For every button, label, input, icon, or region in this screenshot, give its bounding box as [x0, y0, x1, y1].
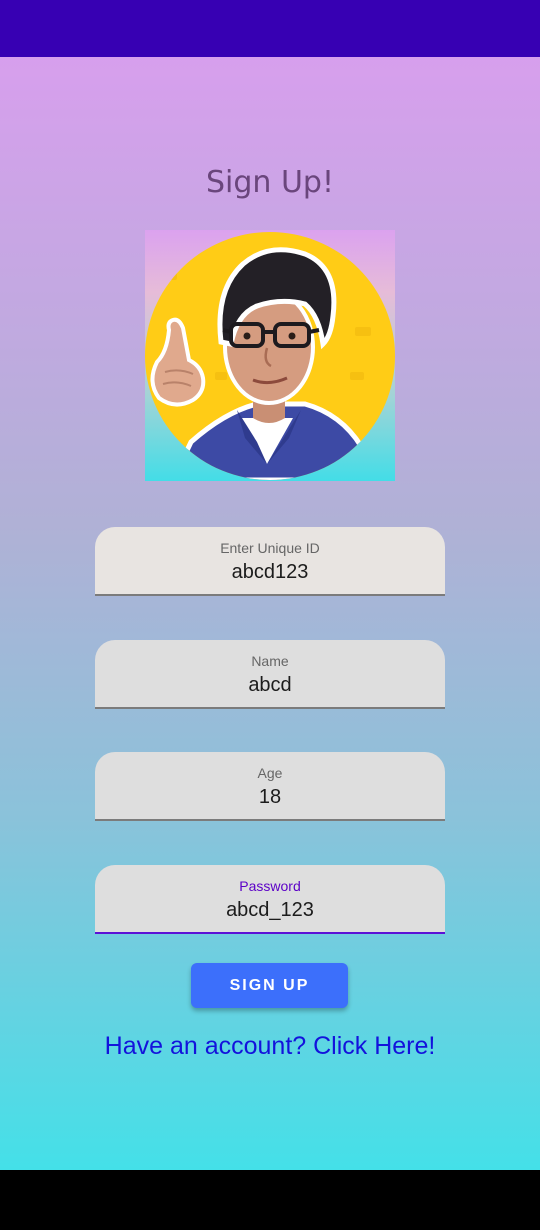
person-photo-icon — [150, 247, 380, 480]
password-field[interactable]: Password abcd_123 — [95, 865, 445, 934]
login-link[interactable]: Have an account? Click Here! — [0, 1032, 540, 1061]
page-title: Sign Up! — [206, 165, 334, 200]
signup-screen: Sign Up! Enter Unique ID abcd123 Name ab… — [0, 57, 540, 1170]
password-input[interactable]: abcd_123 — [95, 899, 445, 922]
avatar-circle — [145, 232, 395, 480]
profile-picture[interactable] — [145, 230, 395, 481]
unique-id-label: Enter Unique ID — [220, 540, 320, 556]
age-input[interactable]: 18 — [95, 786, 445, 809]
name-input[interactable]: abcd — [95, 674, 445, 697]
navigation-bar — [0, 1170, 540, 1230]
unique-id-field[interactable]: Enter Unique ID abcd123 — [95, 527, 445, 596]
signup-button[interactable]: SIGN UP — [191, 963, 348, 1008]
name-label: Name — [251, 653, 289, 669]
age-field[interactable]: Age 18 — [95, 752, 445, 821]
age-label: Age — [257, 765, 283, 781]
password-label: Password — [239, 878, 301, 894]
status-bar — [0, 0, 540, 57]
name-field[interactable]: Name abcd — [95, 640, 445, 709]
unique-id-input[interactable]: abcd123 — [95, 561, 445, 584]
